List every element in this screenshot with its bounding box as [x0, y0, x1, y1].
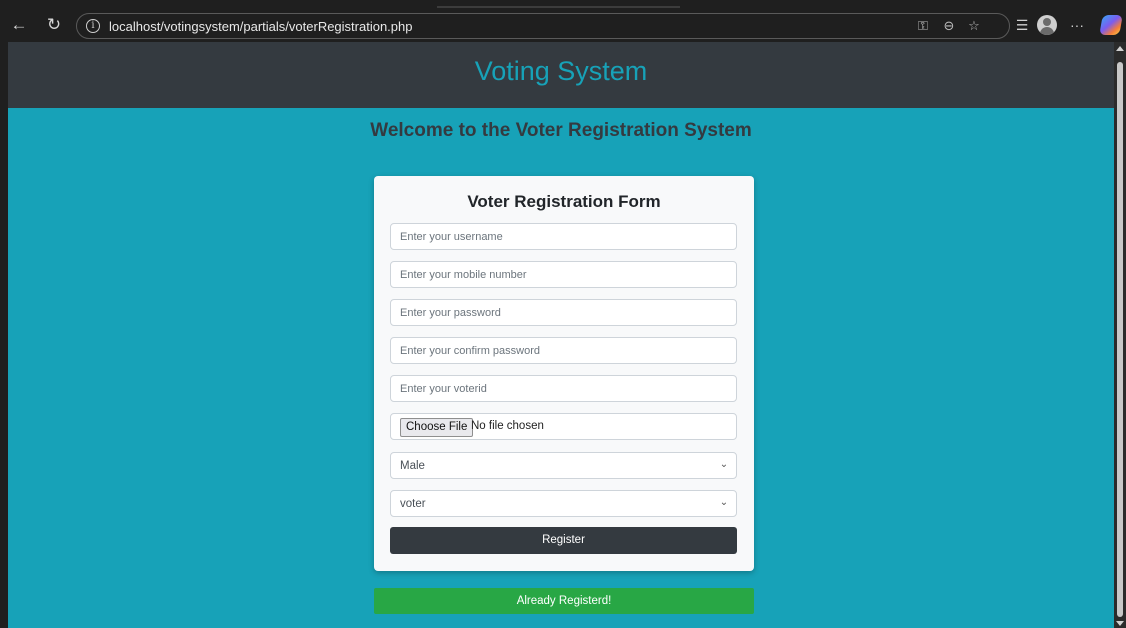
active-tab-indicator — [437, 6, 680, 8]
mobile-placeholder: Enter your mobile number — [400, 269, 527, 281]
gender-select[interactable]: Male ⌄ — [390, 452, 737, 479]
vertical-scrollbar[interactable] — [1114, 42, 1126, 628]
chevron-down-icon: ⌄ — [719, 497, 729, 508]
choose-file-button[interactable]: Choose File — [400, 418, 474, 437]
chevron-down-icon: ⌄ — [719, 459, 729, 470]
browser-toolbar: ← ↻ i localhost/votingsystem/partials/vo… — [0, 0, 1126, 42]
file-status: No file chosen — [471, 420, 544, 432]
password-placeholder: Enter your password — [400, 307, 501, 319]
zoom-icon[interactable]: ⊖ — [941, 18, 957, 34]
confirm-password-input[interactable]: Enter your confirm password — [390, 337, 737, 364]
info-icon[interactable]: i — [86, 19, 100, 33]
role-selected-value: voter — [400, 498, 426, 510]
more-icon[interactable]: ··· — [1067, 15, 1087, 35]
site-brand[interactable]: Voting System — [8, 56, 1114, 87]
page-viewport: Voting System Welcome to the Voter Regis… — [8, 42, 1114, 628]
scroll-up-arrow-icon[interactable] — [1116, 46, 1124, 51]
form-title: Voter Registration Form — [467, 192, 661, 211]
register-button[interactable]: Register — [390, 527, 737, 554]
address-bar[interactable]: i localhost/votingsystem/partials/voterR… — [76, 13, 1010, 39]
scrollbar-thumb[interactable] — [1117, 62, 1123, 617]
back-icon[interactable]: ← — [8, 14, 30, 36]
gender-selected-value: Male — [400, 460, 425, 472]
copilot-icon[interactable] — [1099, 15, 1123, 35]
photo-file-input[interactable]: Choose File No file chosen — [390, 413, 737, 440]
confirm-password-placeholder: Enter your confirm password — [400, 345, 540, 357]
favorite-star-icon[interactable]: ☆ — [966, 18, 982, 34]
scroll-down-arrow-icon[interactable] — [1116, 621, 1124, 626]
welcome-heading: Welcome to the Voter Registration System — [370, 120, 752, 141]
already-registered-button[interactable]: Already Registerd! — [374, 588, 754, 614]
favorites-icon[interactable]: ☰ — [1012, 15, 1032, 35]
voterid-input[interactable]: Enter your voterid — [390, 375, 737, 402]
role-select[interactable]: voter ⌄ — [390, 490, 737, 517]
tab-strip — [0, 0, 1126, 8]
mobile-input[interactable]: Enter your mobile number — [390, 261, 737, 288]
navbar: Voting System — [8, 42, 1114, 108]
profile-avatar-icon[interactable] — [1037, 15, 1057, 35]
username-placeholder: Enter your username — [400, 231, 503, 243]
registration-card: Voter Registration Form Enter your usern… — [374, 176, 754, 571]
refresh-icon[interactable]: ↻ — [43, 14, 65, 36]
password-input[interactable]: Enter your password — [390, 299, 737, 326]
window-left-edge — [0, 42, 8, 628]
url-text[interactable]: localhost/votingsystem/partials/voterReg… — [109, 19, 412, 34]
username-input[interactable]: Enter your username — [390, 223, 737, 250]
voterid-placeholder: Enter your voterid — [400, 383, 487, 395]
key-icon[interactable]: ⚿ — [915, 18, 931, 34]
